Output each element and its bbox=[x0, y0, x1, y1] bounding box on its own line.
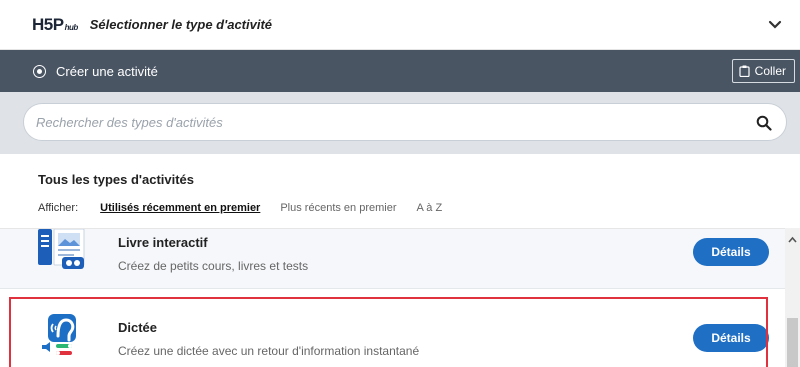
sort-a-to-z[interactable]: A à Z bbox=[417, 202, 443, 214]
interactive-book-icon bbox=[38, 229, 85, 269]
highlight-box bbox=[9, 297, 768, 367]
sort-label: Afficher: bbox=[38, 202, 79, 214]
chevron-up-icon[interactable] bbox=[788, 236, 797, 243]
hub-header[interactable]: H5P hub Sélectionner le type d'activité bbox=[0, 0, 800, 50]
details-button[interactable]: Détails bbox=[693, 238, 769, 266]
scrollbar-thumb[interactable] bbox=[787, 318, 798, 367]
sort-recently-used[interactable]: Utilisés récemment en premier bbox=[100, 202, 260, 214]
item-title: Livre interactif bbox=[118, 235, 208, 250]
search-area bbox=[0, 92, 800, 154]
create-activity-label[interactable]: Créer une activité bbox=[56, 64, 158, 79]
sort-row: Afficher: Utilisés récemment en premier … bbox=[38, 202, 442, 214]
chevron-down-icon[interactable] bbox=[768, 18, 782, 32]
create-activity-bar: Créer une activité Coller bbox=[0, 50, 800, 92]
content-types-section: Tous les types d'activités Afficher: Uti… bbox=[0, 154, 800, 228]
create-activity-radio[interactable] bbox=[33, 64, 46, 78]
section-title: Tous les types d'activités bbox=[38, 172, 195, 187]
search-input[interactable] bbox=[36, 114, 736, 130]
search-box[interactable] bbox=[24, 104, 786, 140]
search-icon[interactable] bbox=[756, 115, 772, 131]
list-item[interactable]: Livre interactif Créez de petits cours, … bbox=[0, 229, 785, 289]
h5p-logo: H5P hub bbox=[32, 14, 78, 34]
hub-title: Sélectionner le type d'activité bbox=[89, 17, 273, 32]
item-description: Créez de petits cours, livres et tests bbox=[118, 259, 309, 273]
clipboard-icon bbox=[739, 65, 750, 77]
paste-button[interactable]: Coller bbox=[731, 59, 795, 83]
sort-newest[interactable]: Plus récents en premier bbox=[280, 202, 396, 214]
